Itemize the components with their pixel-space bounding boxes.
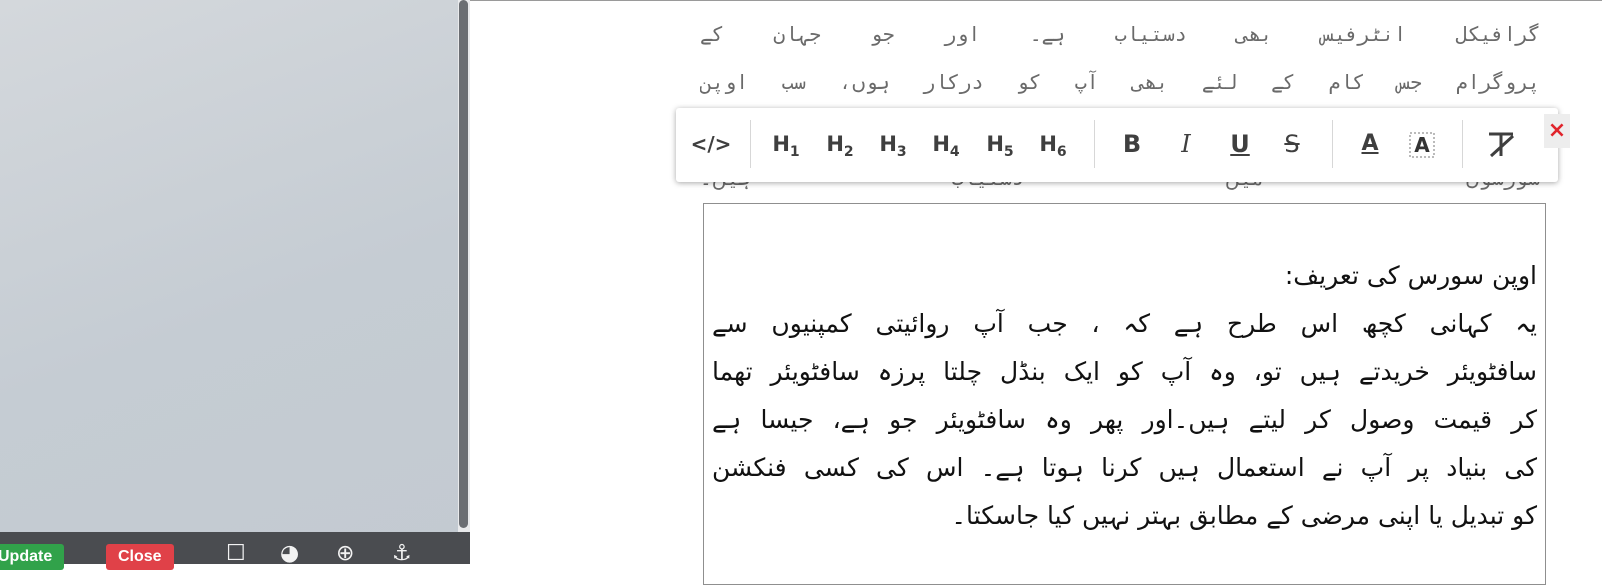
palette-icon[interactable]: ◕	[280, 542, 299, 566]
code-view-button[interactable]: </>	[686, 122, 736, 166]
scrollbar-thumb[interactable]	[459, 0, 468, 528]
clear-format-button[interactable]	[1476, 122, 1526, 166]
editor-heading: اوپن سورس کی تعریف:	[1284, 261, 1537, 290]
underline-button[interactable]: U	[1218, 122, 1262, 166]
document-line: گرافیکل انٹرفیس بھی دستیاب ہے۔ اور جو جہ…	[700, 22, 1540, 46]
document-line: پروگرام جس کام کے لئے بھی آپ کو درکار ہو…	[700, 70, 1540, 94]
text-color-button[interactable]: A	[1348, 122, 1392, 166]
editor-paragraph-line: کر قیمت وصول کر لیتے ہیں۔اور پھر وہ سافٹ…	[712, 405, 1537, 434]
left-panel	[0, 0, 458, 564]
toolbar-separator	[750, 120, 751, 168]
anchor-icon[interactable]: ⚓	[392, 542, 412, 566]
italic-button[interactable]: I	[1164, 122, 1208, 166]
svg-text:A: A	[1414, 133, 1430, 157]
editor-paragraph-line: سافٹویئر خریدتے ہیں تو، وہ آپ کو ایک بنڈ…	[712, 357, 1537, 386]
editor-box[interactable]: اوپن سورس کی تعریف: یہ کہانی کچھ اس طرح …	[703, 203, 1546, 585]
toolbar-separator	[1094, 120, 1095, 168]
heading-1-button[interactable]: H1	[762, 122, 810, 166]
editor-paragraph-line: کو تبدیل یا اپنی مرضی کے مطابق بہتر نہیں…	[951, 501, 1537, 530]
window-icon[interactable]: ☐	[226, 542, 246, 566]
editor-paragraph-line: کی بنیاد پر آپ نے استعمال ہیں کرنا ہوتا …	[712, 453, 1537, 482]
toolbar-separator	[1332, 120, 1333, 168]
bottom-action-bar: Update Close ☐ ◕ ⊕ ⚓	[0, 532, 470, 570]
format-toolbar: </> H1 H2 H3 H4 H5 H6 B I U S A A	[676, 108, 1558, 182]
heading-2-button[interactable]: H2	[816, 122, 864, 166]
highlight-color-button[interactable]: A	[1400, 122, 1444, 166]
clear-format-icon	[1489, 132, 1515, 157]
editor-paragraph-line: یہ کہانی کچھ اس طرح ہے کہ ، جب آپ روائیت…	[712, 309, 1537, 338]
editor-content[interactable]: اوپن سورس کی تعریف: یہ کہانی کچھ اس طرح …	[712, 252, 1537, 540]
strikethrough-button[interactable]: S	[1270, 122, 1314, 166]
toolbar-separator	[1462, 120, 1463, 168]
update-button[interactable]: Update	[0, 544, 65, 570]
left-scrollbar[interactable]	[458, 0, 470, 532]
target-icon[interactable]: ⊕	[336, 542, 354, 566]
bold-button[interactable]: B	[1110, 122, 1154, 166]
close-toolbar-button[interactable]: ×	[1544, 114, 1570, 148]
heading-4-button[interactable]: H4	[922, 122, 970, 166]
close-button[interactable]: Close	[106, 544, 174, 570]
heading-3-button[interactable]: H3	[869, 122, 917, 166]
heading-6-button[interactable]: H6	[1029, 122, 1077, 166]
heading-5-button[interactable]: H5	[976, 122, 1024, 166]
highlight-icon: A	[1409, 132, 1435, 157]
